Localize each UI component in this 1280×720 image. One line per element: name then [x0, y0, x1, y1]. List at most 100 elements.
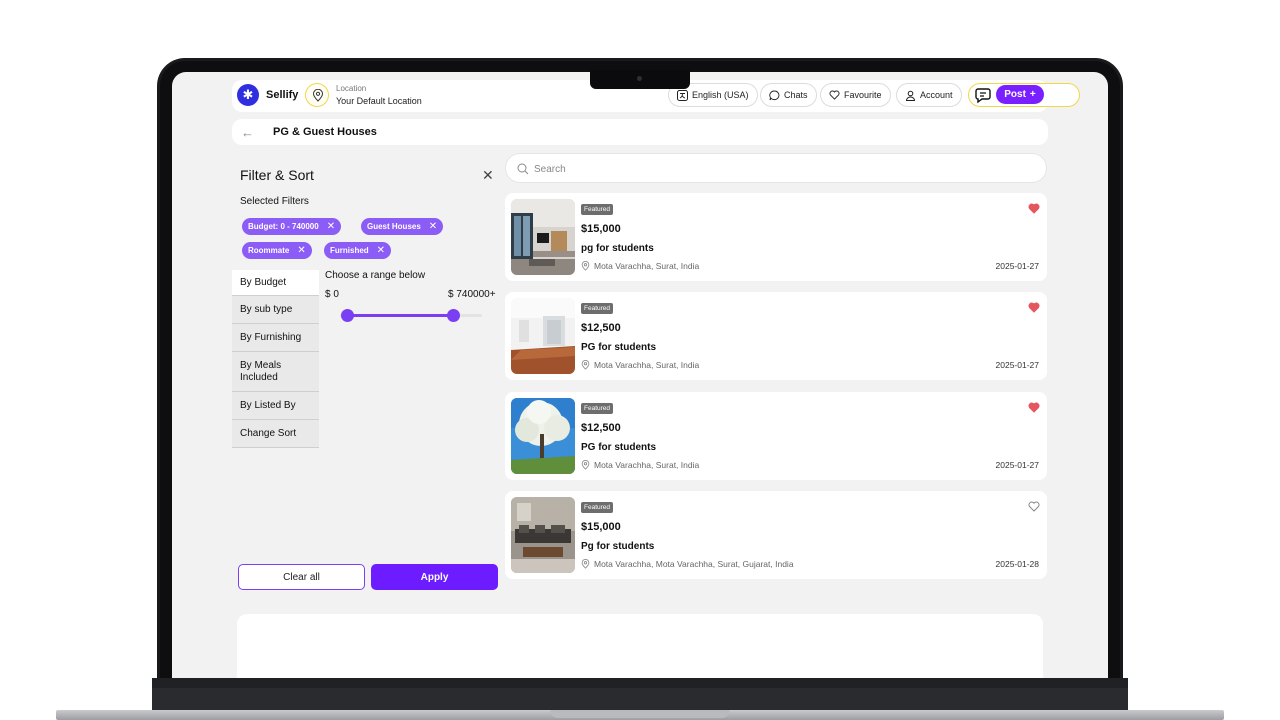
favourite-button[interactable]: Favourite: [820, 83, 891, 107]
chats-button[interactable]: Chats: [760, 83, 817, 107]
listing-date: 2025-01-27: [995, 460, 1039, 470]
location-pin-icon: [312, 89, 324, 102]
search-bar: [505, 153, 1047, 183]
listing-title[interactable]: pg for students: [581, 243, 654, 254]
clear-all-button[interactable]: Clear all: [238, 564, 365, 590]
apply-button[interactable]: Apply: [371, 564, 498, 590]
listing-date: 2025-01-27: [995, 360, 1039, 370]
sellify-logo-icon[interactable]: ✱: [237, 84, 259, 106]
chat-square-icon[interactable]: [974, 86, 992, 104]
tab-by-listed-by[interactable]: By Listed By: [232, 392, 319, 420]
listing-card[interactable]: Featured $12,500 PG for students Mota Va…: [505, 292, 1047, 380]
selected-filters-label: Selected Filters: [240, 196, 309, 207]
translate-icon: [677, 89, 688, 101]
camera-notch: [590, 70, 690, 89]
brand-name[interactable]: Sellify: [266, 89, 298, 101]
location-value[interactable]: Your Default Location: [336, 96, 422, 106]
listing-location-text: Mota Varachha, Surat, India: [594, 460, 700, 470]
listing-date: 2025-01-28: [995, 559, 1039, 569]
remove-chip-icon[interactable]: ✕: [429, 221, 437, 232]
listing-price: $12,500: [581, 422, 621, 434]
close-filter-icon[interactable]: ✕: [482, 167, 494, 184]
filter-chip-furnished[interactable]: Furnished ✕: [324, 242, 392, 259]
laptop-hinge: [152, 688, 1128, 710]
chip-label: Furnished: [330, 246, 369, 255]
tab-by-budget[interactable]: By Budget: [232, 270, 319, 296]
location-label: Location: [336, 84, 367, 93]
location-pin-icon: [581, 360, 590, 370]
heart-icon: [829, 90, 840, 100]
remove-chip-icon[interactable]: ✕: [377, 245, 385, 256]
post-label: Post: [1004, 89, 1026, 100]
breadcrumb-bar: ← PG & Guest Houses: [232, 119, 1048, 145]
listing-title[interactable]: PG for students: [581, 442, 656, 453]
tab-by-furnishing[interactable]: By Furnishing: [232, 324, 319, 352]
filter-chip-roommate[interactable]: Roommate ✕: [242, 242, 312, 259]
location-pin-icon: [581, 460, 590, 470]
listing-location: Mota Varachha, Surat, India: [581, 261, 699, 271]
camera-icon: [637, 76, 642, 81]
budget-slider-max-handle[interactable]: [447, 309, 461, 322]
favourite-heart-icon[interactable]: [1028, 302, 1040, 313]
listing-location: Mota Varachha, Surat, India: [581, 460, 699, 470]
listing-thumbnail[interactable]: [511, 199, 575, 275]
listing-location: Mota Varachha, Surat, India: [581, 360, 699, 370]
listing-card[interactable]: Featured $12,500 PG for students Mota Va…: [505, 392, 1047, 480]
listing-card[interactable]: Featured $15,000 Pg for students Mota Va…: [505, 491, 1047, 579]
search-icon: [517, 163, 529, 175]
user-icon: [905, 90, 916, 101]
range-min-value: $ 0: [325, 289, 339, 300]
language-label: English (USA): [692, 90, 749, 100]
remove-chip-icon[interactable]: ✕: [327, 221, 335, 232]
filter-chip-budget[interactable]: Budget: 0 - 740000 ✕: [242, 218, 342, 235]
tab-change-sort[interactable]: Change Sort: [232, 420, 319, 448]
listing-thumbnail[interactable]: [511, 398, 575, 474]
location-pin-icon: [581, 559, 590, 569]
featured-badge: Featured: [581, 403, 614, 414]
featured-badge: Featured: [581, 303, 614, 314]
footer-panel: [237, 614, 1043, 678]
location-pin-icon: [581, 261, 590, 271]
budget-slider-fill: [347, 314, 454, 317]
screen: ✱ Sellify Location Your Default Location…: [172, 72, 1108, 678]
favourite-heart-icon[interactable]: [1028, 203, 1040, 214]
account-label: Account: [920, 90, 953, 100]
page-title: PG & Guest Houses: [273, 126, 377, 138]
budget-slider-min-handle[interactable]: [340, 309, 354, 322]
range-max-value: $ 740000+: [448, 289, 496, 300]
filter-panel-title: Filter & Sort: [240, 167, 314, 183]
search-input[interactable]: [534, 160, 1034, 178]
back-arrow-icon[interactable]: ←: [241, 125, 254, 140]
laptop-base-notch: [550, 710, 730, 718]
listing-title[interactable]: Pg for students: [581, 541, 654, 552]
favourite-label: Favourite: [844, 90, 882, 100]
range-instruction: Choose a range below: [325, 270, 426, 281]
chat-bubble-icon: [769, 90, 780, 100]
location-pin-button[interactable]: [305, 83, 329, 107]
chats-label: Chats: [784, 90, 808, 100]
listing-card[interactable]: Featured $15,000 pg for students Mota Va…: [505, 193, 1047, 281]
chip-label: Guest Houses: [367, 222, 421, 231]
filter-chip-guest-houses[interactable]: Guest Houses ✕: [361, 218, 444, 235]
post-button[interactable]: Post +: [996, 85, 1044, 104]
listing-date: 2025-01-27: [995, 261, 1039, 271]
listing-thumbnail[interactable]: [511, 497, 575, 573]
tab-by-sub-type[interactable]: By sub type: [232, 296, 319, 324]
remove-chip-icon[interactable]: ✕: [297, 245, 305, 256]
listing-thumbnail[interactable]: [511, 298, 575, 374]
favourite-heart-icon[interactable]: [1028, 501, 1040, 512]
filter-tabs: By Budget By sub type By Furnishing By M…: [232, 270, 319, 448]
listing-price: $12,500: [581, 322, 621, 334]
featured-badge: Featured: [581, 204, 614, 215]
listing-location: Mota Varachha, Mota Varachha, Surat, Guj…: [581, 559, 794, 569]
listing-price: $15,000: [581, 521, 621, 533]
chip-label: Budget: 0 - 740000: [248, 222, 319, 231]
plus-icon: +: [1029, 89, 1036, 100]
account-button[interactable]: Account: [896, 83, 962, 107]
favourite-heart-icon[interactable]: [1028, 402, 1040, 413]
tab-by-meals-included[interactable]: By Meals Included: [232, 352, 319, 392]
listing-location-text: Mota Varachha, Surat, India: [594, 261, 700, 271]
chip-label: Roommate: [248, 246, 290, 255]
listing-title[interactable]: PG for students: [581, 342, 656, 353]
listing-location-text: Mota Varachha, Surat, India: [594, 360, 700, 370]
